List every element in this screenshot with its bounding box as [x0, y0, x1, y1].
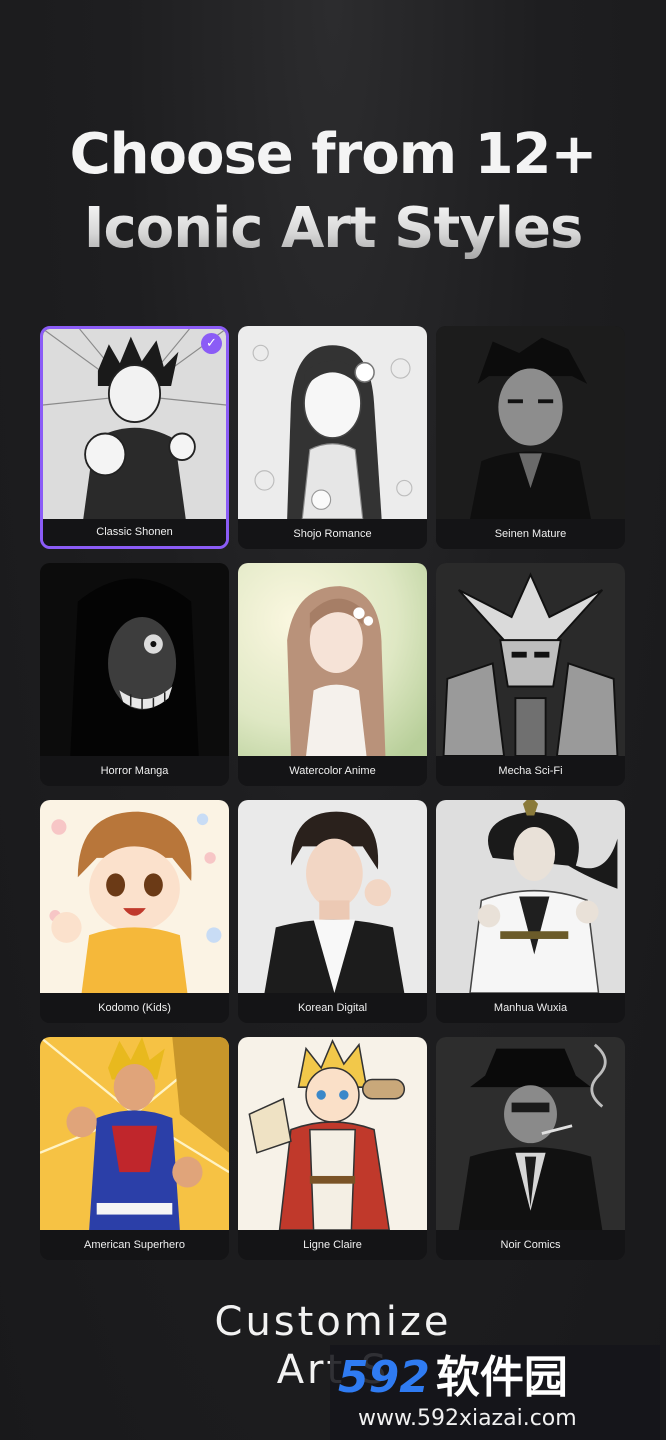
style-label: Korean Digital	[238, 993, 427, 1023]
style-thumbnail-watercolor-anime	[238, 563, 427, 756]
selected-check-icon: ✓	[201, 333, 222, 354]
style-label: Kodomo (Kids)	[40, 993, 229, 1023]
watermark-brand-number: 592	[338, 1352, 430, 1403]
style-card-kodomo-kids[interactable]: Kodomo (Kids)	[40, 800, 229, 1023]
style-label: Noir Comics	[436, 1230, 625, 1260]
style-label: Mecha Sci-Fi	[436, 756, 625, 786]
style-label: Watercolor Anime	[238, 756, 427, 786]
style-card-american-superhero[interactable]: American Superhero	[40, 1037, 229, 1260]
watermark-brand-text: 软件园	[435, 1352, 568, 1403]
headline-line-2: Iconic Art Styles	[0, 192, 666, 266]
style-card-horror-manga[interactable]: Horror Manga	[40, 563, 229, 786]
style-card-watercolor-anime[interactable]: Watercolor Anime	[238, 563, 427, 786]
style-card-shojo-romance[interactable]: Shojo Romance	[238, 326, 427, 549]
style-thumbnail-kodomo-kids	[40, 800, 229, 993]
style-thumbnail-noir-comics	[436, 1037, 625, 1230]
style-thumbnail-mecha-sci-fi	[436, 563, 625, 756]
style-thumbnail-american-superhero	[40, 1037, 229, 1230]
style-thumbnail-classic-shonen	[43, 329, 226, 519]
style-label: Ligne Claire	[238, 1230, 427, 1260]
style-thumbnail-shojo-romance	[238, 326, 427, 519]
style-thumbnail-korean-digital	[238, 800, 427, 993]
style-card-mecha-sci-fi[interactable]: Mecha Sci-Fi	[436, 563, 625, 786]
style-label: Seinen Mature	[436, 519, 625, 549]
style-thumbnail-horror-manga	[40, 563, 229, 756]
style-label: Horror Manga	[40, 756, 229, 786]
style-thumbnail-ligne-claire	[238, 1037, 427, 1230]
style-thumbnail-manhua-wuxia	[436, 800, 625, 993]
headline-line-1: Choose from 12+	[69, 122, 598, 187]
style-label: Manhua Wuxia	[436, 993, 625, 1023]
art-style-grid: ✓ Classic Shonen Shojo Romance Seinen Ma…	[40, 326, 626, 1260]
watermark: 592 软件园 www.592xiazai.com	[330, 1345, 660, 1440]
style-card-classic-shonen[interactable]: ✓ Classic Shonen	[40, 326, 229, 549]
style-card-manhua-wuxia[interactable]: Manhua Wuxia	[436, 800, 625, 1023]
section-title-line-1: Customize	[214, 1299, 452, 1345]
watermark-url: www.592xiazai.com	[358, 1406, 577, 1431]
style-card-korean-digital[interactable]: Korean Digital	[238, 800, 427, 1023]
style-label: Shojo Romance	[238, 519, 427, 549]
style-card-noir-comics[interactable]: Noir Comics	[436, 1037, 625, 1260]
style-label: Classic Shonen	[43, 519, 226, 546]
headline: Choose from 12+ Iconic Art Styles	[0, 118, 666, 266]
style-thumbnail-seinen-mature	[436, 326, 625, 519]
style-card-ligne-claire[interactable]: Ligne Claire	[238, 1037, 427, 1260]
watermark-brand: 592 软件园	[338, 1353, 568, 1403]
style-card-seinen-mature[interactable]: Seinen Mature	[436, 326, 625, 549]
style-label: American Superhero	[40, 1230, 229, 1260]
